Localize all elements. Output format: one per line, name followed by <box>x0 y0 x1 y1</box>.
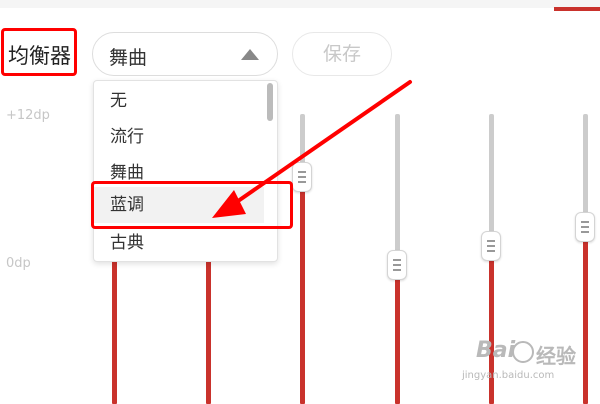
band-fill-1 <box>112 240 117 404</box>
caret-up-icon <box>241 49 259 60</box>
watermark-brand: Bai <box>476 338 516 363</box>
band-track-6 <box>583 114 588 227</box>
band-thumb-6[interactable] <box>575 212 595 242</box>
dropdown-item-none[interactable]: 无 <box>94 83 264 119</box>
scale-label-top: +12dp <box>6 108 50 123</box>
watermark-jingyan: 经验 <box>536 344 576 368</box>
dropdown-item-classical[interactable]: 古典 <box>94 225 264 261</box>
band-fill-3 <box>300 176 305 404</box>
band-slider-4[interactable] <box>387 114 407 404</box>
paw-icon <box>512 341 534 363</box>
annotation-box-title <box>1 28 77 76</box>
band-slider-2[interactable] <box>206 240 211 404</box>
scale-label-zero: 0dp <box>6 256 31 271</box>
dropdown-scrollbar[interactable] <box>267 83 273 121</box>
top-bar <box>0 0 600 8</box>
preset-select[interactable]: 舞曲 <box>92 32 278 76</box>
dropdown-item-pop[interactable]: 流行 <box>94 119 264 155</box>
annotation-box-blues <box>91 181 293 229</box>
band-track-5 <box>489 114 494 245</box>
band-slider-3[interactable] <box>292 114 312 404</box>
band-thumb-5[interactable] <box>481 231 501 261</box>
save-button[interactable]: 保存 <box>292 32 392 76</box>
band-thumb-4[interactable] <box>387 250 407 280</box>
preset-select-value: 舞曲 <box>109 47 148 69</box>
preset-dropdown: 无 流行 舞曲 蓝调 古典 <box>93 80 278 262</box>
band-track-4 <box>395 114 400 264</box>
band-fill-2 <box>206 240 211 404</box>
band-fill-4 <box>395 264 400 404</box>
baidu-watermark: Bai 经验 jingyan.baidu.com <box>462 338 596 396</box>
band-thumb-3[interactable] <box>292 162 312 192</box>
watermark-url: jingyan.baidu.com <box>462 370 555 381</box>
top-bar-accent <box>554 7 600 11</box>
band-slider-1[interactable] <box>112 240 117 404</box>
